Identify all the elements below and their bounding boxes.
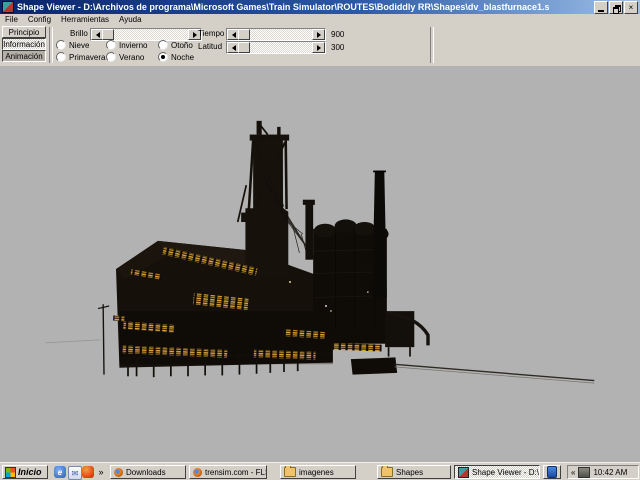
toolbar: Principio Información Animación Brillo N…: [0, 25, 640, 67]
radio-noche[interactable]: Noche: [158, 52, 194, 62]
menu-config[interactable]: Config: [23, 15, 56, 24]
latitud-thumb[interactable]: [238, 42, 250, 53]
radio-icon: [106, 52, 116, 62]
system-tray: « 10:42 AM: [567, 465, 639, 479]
taskbar-app-button[interactable]: [543, 465, 561, 479]
firefox-icon: [193, 468, 202, 477]
toolbar-separator: [49, 27, 53, 63]
tiempo-right-arrow[interactable]: [312, 29, 325, 40]
quicklaunch-overflow-chevron[interactable]: »: [96, 466, 106, 478]
brillo-label: Brillo: [70, 29, 88, 38]
radio-icon: [158, 40, 168, 50]
menu-file[interactable]: File: [0, 15, 23, 24]
tray-clock[interactable]: 10:42 AM: [593, 468, 627, 477]
radio-selected-icon: [158, 52, 168, 62]
app-launcher-icon[interactable]: [82, 466, 94, 478]
tiempo-slider[interactable]: [226, 28, 326, 41]
task-downloads[interactable]: Downloads: [110, 465, 186, 479]
window-titlebar[interactable]: Shape Viewer - D:\Archivos de programa\M…: [0, 0, 640, 14]
folder-icon: [381, 467, 393, 477]
tiempo-label: Tiempo: [198, 29, 224, 38]
menu-ayuda[interactable]: Ayuda: [114, 15, 147, 24]
app-icon: [2, 1, 14, 13]
arrow-right-icon: [317, 32, 321, 38]
radio-invierno[interactable]: Invierno: [106, 40, 147, 50]
tray-chevron[interactable]: «: [571, 468, 575, 477]
arrow-left-icon: [96, 32, 100, 38]
brillo-thumb[interactable]: [102, 29, 114, 40]
radio-verano[interactable]: Verano: [106, 52, 144, 62]
task-imagenes[interactable]: imagenes: [280, 465, 356, 479]
task-trensim[interactable]: trensim.com - FLS co...: [189, 465, 267, 479]
animacion-button[interactable]: Animación: [2, 50, 46, 62]
principio-button[interactable]: Principio: [2, 26, 46, 38]
tray-display-icon[interactable]: [578, 467, 590, 478]
toolbar-separator: [430, 27, 434, 63]
radio-primavera[interactable]: Primavera: [56, 52, 105, 62]
windows-flag-icon: [5, 467, 16, 478]
firefox-icon: [114, 468, 123, 477]
folder-icon: [284, 467, 296, 477]
restore-icon: [613, 5, 620, 11]
latitud-slider[interactable]: [226, 41, 326, 54]
latitud-label: Latitud: [198, 42, 222, 51]
shape-viewer-icon: [458, 467, 469, 478]
blast-furnace-model: [0, 66, 640, 462]
tiempo-value: 900: [331, 30, 344, 39]
menubar: File Config Herramientas Ayuda: [0, 14, 640, 25]
close-button[interactable]: ×: [624, 1, 638, 14]
tiempo-thumb[interactable]: [238, 29, 250, 40]
window-title: Shape Viewer - D:\Archivos de programa\M…: [17, 2, 549, 12]
latitud-value: 300: [331, 43, 344, 52]
start-button[interactable]: Inicio: [2, 465, 48, 479]
minimize-button[interactable]: [594, 1, 608, 14]
menu-herramientas[interactable]: Herramientas: [56, 15, 114, 24]
blue-app-icon: [547, 466, 557, 478]
radio-icon: [56, 52, 66, 62]
radio-icon: [56, 40, 66, 50]
desktop: Shape Viewer - D:\Archivos de programa\M…: [0, 0, 640, 480]
minimize-icon: [598, 10, 604, 12]
task-shapes[interactable]: Shapes: [377, 465, 451, 479]
close-icon: ×: [629, 4, 634, 12]
arrow-right-icon: [193, 32, 197, 38]
radio-nieve[interactable]: Nieve: [56, 40, 89, 50]
restore-button[interactable]: [609, 1, 623, 14]
radio-icon: [106, 40, 116, 50]
task-shape-viewer[interactable]: Shape Viewer - D:\...: [454, 465, 540, 479]
internet-explorer-icon[interactable]: e: [54, 466, 66, 478]
latitud-right-arrow[interactable]: [312, 42, 325, 53]
radio-otono[interactable]: Otoño: [158, 40, 193, 50]
arrow-left-icon: [232, 32, 236, 38]
informacion-button[interactable]: Información: [2, 38, 46, 50]
arrow-left-icon: [232, 45, 236, 51]
mail-icon[interactable]: ✉: [68, 466, 82, 480]
taskbar: Inicio e ✉ » Downloads trensim.com - FLS…: [0, 462, 640, 480]
viewport-3d[interactable]: [0, 66, 640, 462]
arrow-right-icon: [317, 45, 321, 51]
